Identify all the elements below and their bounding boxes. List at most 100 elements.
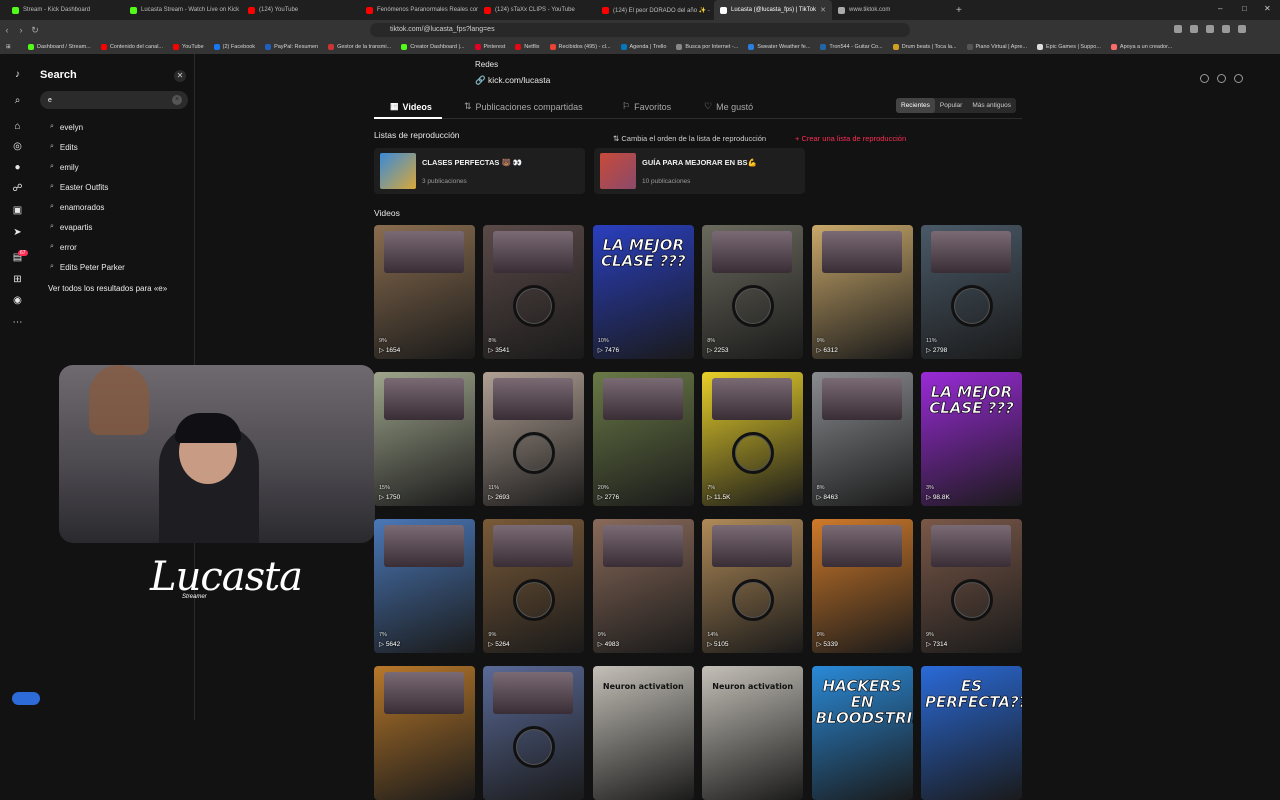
settings-icon[interactable]: [1200, 74, 1209, 83]
bookmark-item[interactable]: Piano Virtual | Apre...: [966, 44, 1027, 50]
video-thumbnail[interactable]: 9% ▷ 7314: [921, 519, 1022, 653]
browser-tab[interactable]: (124) sTaXx CLIPS - YouTube: [478, 0, 596, 20]
search-suggestion[interactable]: ⌕ Edits Peter Parker: [50, 260, 125, 274]
playlist-card[interactable]: GUÍA PARA MEJORAR EN BS💪 10 publicacione…: [594, 148, 805, 194]
apps-icon[interactable]: ⊞: [6, 44, 11, 50]
video-thumbnail[interactable]: 14% ▷ 5105: [702, 519, 804, 653]
floating-button[interactable]: [12, 692, 40, 705]
tab-liked[interactable]: ♡ Me gustó: [704, 101, 753, 112]
more-icon[interactable]: ⋯: [11, 316, 24, 329]
sort-oldest[interactable]: Más antiguos: [967, 98, 1016, 113]
video-thumbnail[interactable]: LA MEJOR CLASE ??? 3% ▷ 98.8K: [921, 372, 1022, 506]
extension-icon[interactable]: [1190, 25, 1198, 33]
create-playlist-button[interactable]: + Crear una lista de reproducción: [795, 134, 906, 143]
bookmark-item[interactable]: Creator Dashboard |...: [401, 44, 465, 50]
bookmark-item[interactable]: PayPal: Resumen: [265, 44, 318, 50]
new-tab-icon[interactable]: +: [956, 5, 962, 16]
tab-shared[interactable]: ⇅ Publicaciones compartidas: [464, 101, 583, 112]
browser-tab[interactable]: Stream - Kick Dashboard: [6, 0, 124, 20]
video-thumbnail[interactable]: 8% ▷ 2253: [702, 225, 804, 359]
video-thumbnail[interactable]: ES PERFECTA???: [921, 666, 1022, 800]
bookmark-item[interactable]: (2) Facebook: [213, 44, 255, 50]
bookmark-item[interactable]: Tron544 - Guitar Co...: [820, 44, 883, 50]
bookmark-item[interactable]: Netflix: [515, 44, 540, 50]
video-thumbnail[interactable]: 11% ▷ 2693: [483, 372, 585, 506]
bookmark-item[interactable]: Recibidos (495) - cl...: [549, 44, 611, 50]
following-avatar-icon[interactable]: ●: [11, 161, 24, 174]
video-thumbnail[interactable]: 9% ▷ 5264: [483, 519, 585, 653]
video-thumbnail[interactable]: 8% ▷ 8463: [811, 372, 913, 506]
video-thumbnail[interactable]: 11% ▷ 2798: [921, 225, 1022, 359]
extension-icon[interactable]: [1206, 25, 1214, 33]
video-thumbnail[interactable]: 7% ▷ 5642: [374, 519, 475, 653]
video-thumbnail[interactable]: [483, 666, 585, 800]
reload-icon[interactable]: ↻: [28, 25, 42, 36]
kick-link-text[interactable]: kick.com/lucasta: [488, 75, 550, 85]
search-suggestion[interactable]: ⌕ Edits: [50, 140, 78, 154]
close-tab-icon[interactable]: ✕: [820, 6, 826, 14]
profile-icon[interactable]: [1238, 25, 1246, 33]
bookmark-item[interactable]: Epic Games | Suppo...: [1036, 44, 1101, 50]
browser-tab[interactable]: Lucasta (@lucasta_fps) | TikTok ✕: [714, 0, 832, 20]
maximize-icon[interactable]: □: [1242, 4, 1247, 13]
search-icon[interactable]: ⌕: [11, 94, 24, 107]
url-field[interactable]: tiktok.com/@lucasta_fps?lang=es: [370, 23, 910, 37]
video-thumbnail[interactable]: HACKERS EN BLOODSTRIKE: [811, 666, 913, 800]
browser-tab[interactable]: Lucasta Stream - Watch Live on Kick: [124, 0, 242, 20]
video-thumbnail[interactable]: 9% ▷ 6312: [811, 225, 913, 359]
search-suggestion[interactable]: ⌕ enamorados: [50, 200, 104, 214]
live-icon[interactable]: ▣: [11, 204, 24, 217]
browser-tab[interactable]: (124) El peor DORADO del año ✨ -: [596, 0, 714, 20]
video-thumbnail[interactable]: [374, 666, 475, 800]
reorder-playlists-link[interactable]: ⇅ Cambia el orden de la lista de reprodu…: [613, 134, 766, 143]
browser-tab[interactable]: www.tiktok.com: [832, 0, 950, 20]
video-thumbnail[interactable]: 9% ▷ 1654: [374, 225, 475, 359]
video-thumbnail[interactable]: 8% ▷ 3541: [483, 225, 585, 359]
video-thumbnail[interactable]: 7% ▷ 11.5K: [702, 372, 804, 506]
tab-videos[interactable]: ▦ Videos: [390, 101, 432, 112]
minimize-icon[interactable]: –: [1218, 4, 1222, 13]
search-suggestion[interactable]: ⌕ evapartis: [50, 220, 92, 234]
browser-tab[interactable]: Fenómenos Paranormales Reales con: [360, 0, 478, 20]
bookmark-item[interactable]: Contenido del canal...: [100, 44, 163, 50]
bookmark-item[interactable]: Dashboard / Stream...: [28, 44, 91, 50]
bookmark-item[interactable]: Sweater Weather fe...: [748, 44, 810, 50]
search-suggestion[interactable]: ⌕ emily: [50, 160, 79, 174]
extension-icon[interactable]: [1174, 25, 1182, 33]
profile-avatar-icon[interactable]: ◉: [11, 294, 24, 307]
bookmark-item[interactable]: YouTube: [173, 44, 204, 50]
see-all-results-link[interactable]: Ver todos los resultados para «e»: [48, 284, 167, 293]
sort-popular[interactable]: Popular: [935, 98, 967, 113]
bookmark-item[interactable]: Apoya a un creador...: [1110, 44, 1172, 50]
video-thumbnail[interactable]: 9% ▷ 5339: [811, 519, 913, 653]
messages-icon[interactable]: ➤: [11, 226, 24, 239]
close-icon[interactable]: ✕: [174, 70, 186, 82]
video-thumbnail[interactable]: LA MEJOR CLASE ??? 10% ▷ 7476: [592, 225, 694, 359]
forward-icon[interactable]: ›: [14, 25, 28, 35]
explore-icon[interactable]: ◎: [11, 140, 24, 153]
bookmark-item[interactable]: Pinterest: [474, 44, 505, 50]
search-suggestion[interactable]: ⌕ error: [50, 240, 77, 254]
video-thumbnail[interactable]: Neuron activation: [592, 666, 694, 800]
account-icon[interactable]: [1234, 74, 1243, 83]
video-thumbnail[interactable]: Neuron activation: [702, 666, 804, 800]
bookmark-item[interactable]: Agenda | Trello: [620, 44, 666, 50]
tiktok-logo-icon[interactable]: ♪: [11, 68, 24, 81]
video-thumbnail[interactable]: 20% ▷ 2776: [592, 372, 694, 506]
playlist-card[interactable]: CLASES PERFECTAS 🐻 👀 3 publicaciones: [374, 148, 585, 194]
search-suggestion[interactable]: ⌕ Easter Outfits: [50, 180, 108, 194]
window-close-icon[interactable]: ✕: [1264, 4, 1271, 13]
tab-favorites[interactable]: ⚐ Favoritos: [622, 101, 671, 112]
kick-link[interactable]: 🔗 kick.com/lucasta: [475, 75, 550, 86]
friends-icon[interactable]: ☍: [11, 182, 24, 195]
bookmark-item[interactable]: Drum beats | Toca la...: [892, 44, 957, 50]
browser-tab[interactable]: (124) YouTube: [242, 0, 360, 20]
search-suggestion[interactable]: ⌕ evelyn: [50, 120, 83, 134]
video-thumbnail[interactable]: 15% ▷ 1750: [374, 372, 475, 506]
share-icon[interactable]: [1217, 74, 1226, 83]
upload-icon[interactable]: ⊞: [11, 273, 24, 286]
bookmark-item[interactable]: Gestor de la transmi...: [328, 44, 391, 50]
sort-recent[interactable]: Recientes: [896, 98, 935, 113]
search-input[interactable]: [48, 93, 168, 107]
back-icon[interactable]: ‹: [0, 25, 14, 35]
